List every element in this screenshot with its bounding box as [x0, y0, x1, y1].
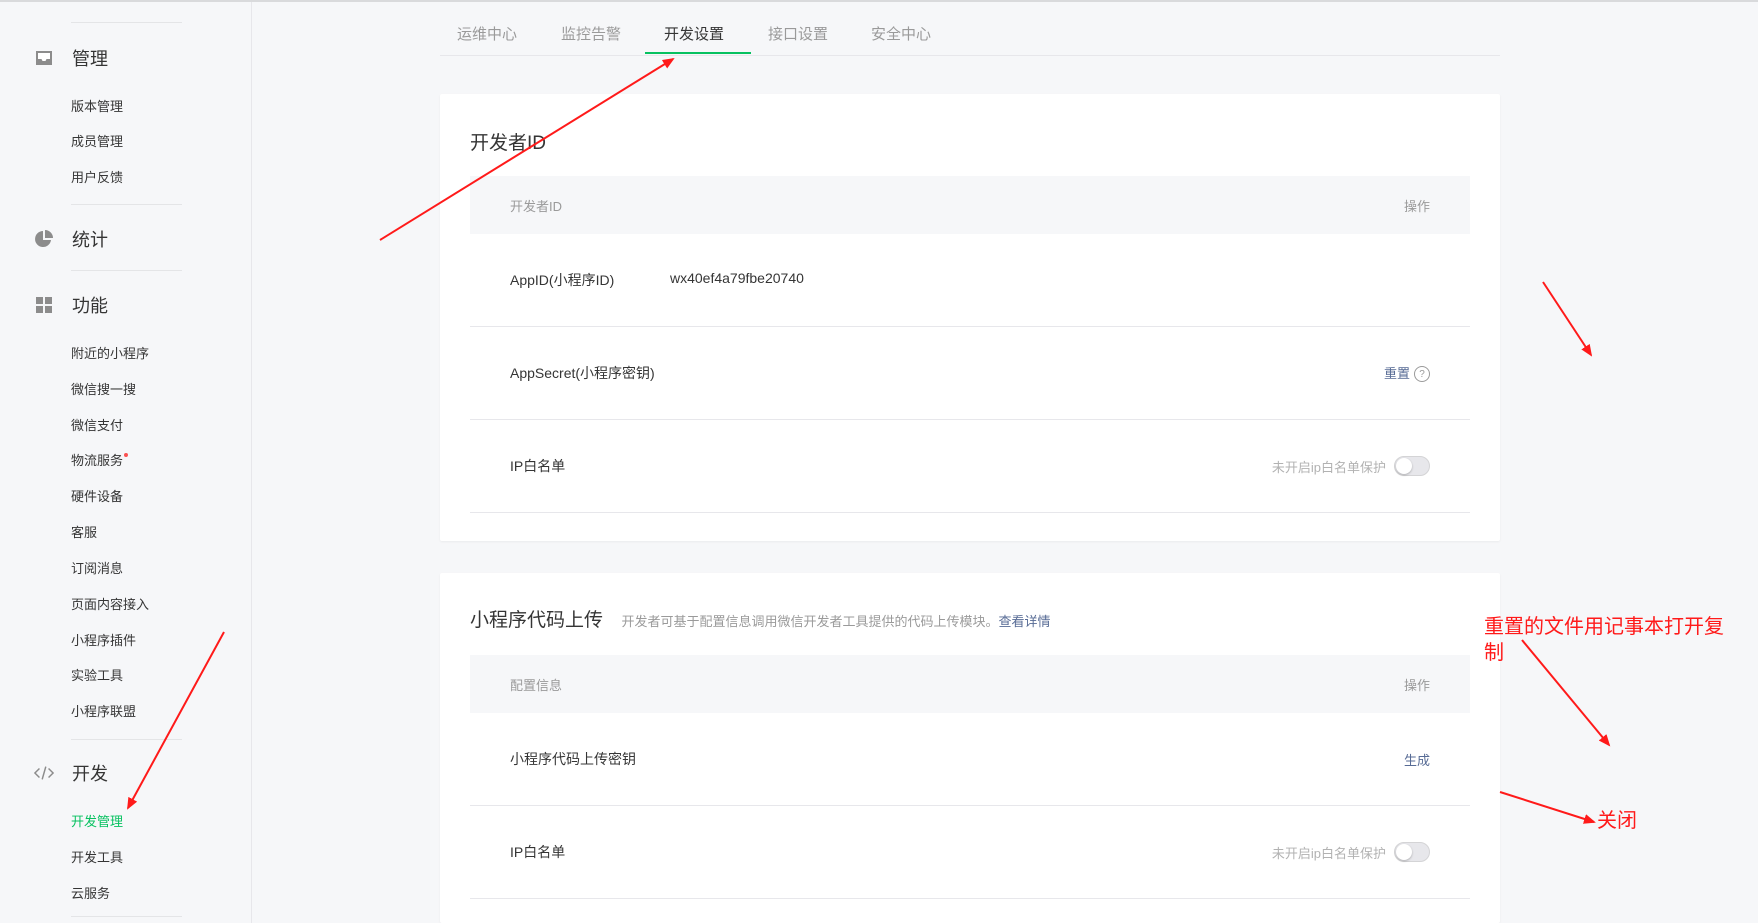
developer-id-card: 开发者ID 开发者ID 操作 AppID(小程序ID) wx40ef4a79fb…	[440, 94, 1500, 541]
reset-button[interactable]: 重置	[1384, 366, 1410, 381]
upload-key-label: 小程序代码上传密钥	[510, 751, 636, 767]
sidebar-item-feedback[interactable]: 用户反馈	[71, 169, 123, 187]
sidebar-item-logistics[interactable]: 物流服务	[71, 452, 129, 470]
ip-whitelist-toggle[interactable]	[1394, 842, 1430, 862]
sidebar-item-nearby[interactable]: 附近的小程序	[71, 345, 149, 363]
sidebar-item-alliance[interactable]: 小程序联盟	[71, 703, 136, 721]
sidebar-item-page-content[interactable]: 页面内容接入	[71, 596, 149, 614]
column-header: 开发者ID	[510, 199, 563, 214]
toggle-knob	[1396, 458, 1412, 474]
arrow	[1499, 791, 1596, 824]
ip-whitelist-toggle[interactable]	[1394, 456, 1430, 476]
sidebar-item-pay[interactable]: 微信支付	[71, 417, 123, 435]
generate-button[interactable]: 生成	[1404, 750, 1430, 769]
sidebar-item-search[interactable]: 微信搜一搜	[71, 381, 136, 399]
table-row: IP白名单 未开启ip白名单保护	[470, 420, 1470, 513]
sidebar-section-title: 统计	[72, 230, 108, 250]
annotation-close: 关闭	[1597, 810, 1637, 832]
reset-action: 重置?	[1384, 363, 1430, 383]
tab-dev-settings[interactable]: 开发设置	[664, 23, 724, 54]
arrow	[1542, 281, 1593, 357]
pie-chart-icon	[34, 229, 54, 249]
appsecret-label: AppSecret(小程序密钥)	[510, 365, 655, 381]
ip-whitelist-label: IP白名单	[510, 844, 566, 860]
table-header: 开发者ID 操作	[470, 176, 1470, 234]
sidebar-section-features[interactable]: 功能	[34, 293, 108, 317]
column-header: 操作	[1403, 199, 1430, 214]
sidebar-divider	[71, 739, 182, 740]
sidebar-section-title: 开发	[72, 764, 108, 784]
column-header: 配置信息	[510, 678, 563, 693]
tab-api-settings[interactable]: 接口设置	[768, 23, 828, 54]
sidebar-item-label: 物流服务	[71, 453, 124, 468]
sidebar-item-lab[interactable]: 实验工具	[71, 667, 123, 685]
card-title: 小程序代码上传	[470, 610, 604, 631]
sidebar-divider	[71, 204, 182, 205]
sidebar-item-hardware[interactable]: 硬件设备	[71, 488, 123, 506]
sidebar-item-plugins[interactable]: 小程序插件	[71, 632, 136, 650]
sidebar-item-cloud[interactable]: 云服务	[71, 885, 110, 903]
grid-icon	[34, 295, 54, 315]
table-row: AppID(小程序ID) wx40ef4a79fbe20740	[470, 234, 1470, 327]
view-details-link[interactable]: 查看详情	[998, 614, 1050, 629]
annotation-note: 重置的文件用记事本打开复 制	[1484, 614, 1724, 666]
sidebar-divider	[71, 916, 182, 917]
active-tab-indicator	[645, 52, 751, 54]
ip-whitelist-status: 未开启ip白名单保护	[1271, 460, 1386, 475]
ip-whitelist-label: IP白名单	[510, 458, 566, 474]
help-icon[interactable]: ?	[1414, 366, 1430, 383]
annotation-line: 制	[1484, 642, 1504, 664]
table-row: AppSecret(小程序密钥) 重置?	[470, 327, 1470, 420]
new-dot-badge	[124, 453, 129, 457]
sidebar-section-title: 功能	[72, 296, 108, 316]
sidebar-item-dev-tools[interactable]: 开发工具	[71, 849, 123, 867]
tab-security[interactable]: 安全中心	[871, 23, 931, 54]
sidebar-section-dev[interactable]: 开发	[34, 761, 108, 785]
code-icon	[34, 763, 54, 783]
ip-whitelist-status: 未开启ip白名单保护	[1271, 846, 1386, 861]
top-tabs: 运维中心 监控告警 开发设置 接口设置 安全中心	[440, 17, 1500, 56]
table-row: 小程序代码上传密钥 生成	[470, 713, 1470, 806]
column-header: 操作	[1403, 678, 1430, 693]
tab-ops[interactable]: 运维中心	[457, 23, 517, 54]
sidebar: 管理 版本管理 成员管理 用户反馈 统计 功能 附近的小程序 微信搜一搜 微信支…	[0, 2, 252, 923]
sidebar-section-manage[interactable]: 管理	[34, 46, 108, 70]
table-header: 配置信息 操作	[470, 655, 1470, 713]
sidebar-divider	[71, 22, 182, 23]
sidebar-section-stats[interactable]: 统计	[34, 227, 108, 251]
sidebar-item-members[interactable]: 成员管理	[71, 133, 123, 151]
sidebar-item-subscribe[interactable]: 订阅消息	[71, 560, 123, 578]
sidebar-item-version[interactable]: 版本管理	[71, 98, 123, 116]
table-row: IP白名单 未开启ip白名单保护	[470, 806, 1470, 899]
inbox-icon	[34, 48, 54, 68]
appid-label: AppID(小程序ID)	[510, 272, 615, 288]
code-upload-card: 小程序代码上传 开发者可基于配置信息调用微信开发者工具提供的代码上传模块。查看详…	[440, 573, 1500, 923]
appid-value: wx40ef4a79fbe20740	[670, 270, 804, 286]
card-description: 开发者可基于配置信息调用微信开发者工具提供的代码上传模块。	[621, 614, 999, 629]
tab-monitor[interactable]: 监控告警	[561, 23, 621, 54]
sidebar-section-title: 管理	[72, 49, 108, 69]
annotation-line: 重置的文件用记事本打开复	[1484, 616, 1724, 638]
top-border	[0, 0, 1758, 2]
card-header: 小程序代码上传 开发者可基于配置信息调用微信开发者工具提供的代码上传模块。查看详…	[470, 605, 1051, 632]
sidebar-item-service[interactable]: 客服	[71, 524, 97, 542]
sidebar-divider	[71, 270, 182, 271]
sidebar-item-dev-manage[interactable]: 开发管理	[71, 813, 123, 831]
toggle-knob	[1396, 844, 1412, 860]
card-title: 开发者ID	[470, 133, 547, 154]
